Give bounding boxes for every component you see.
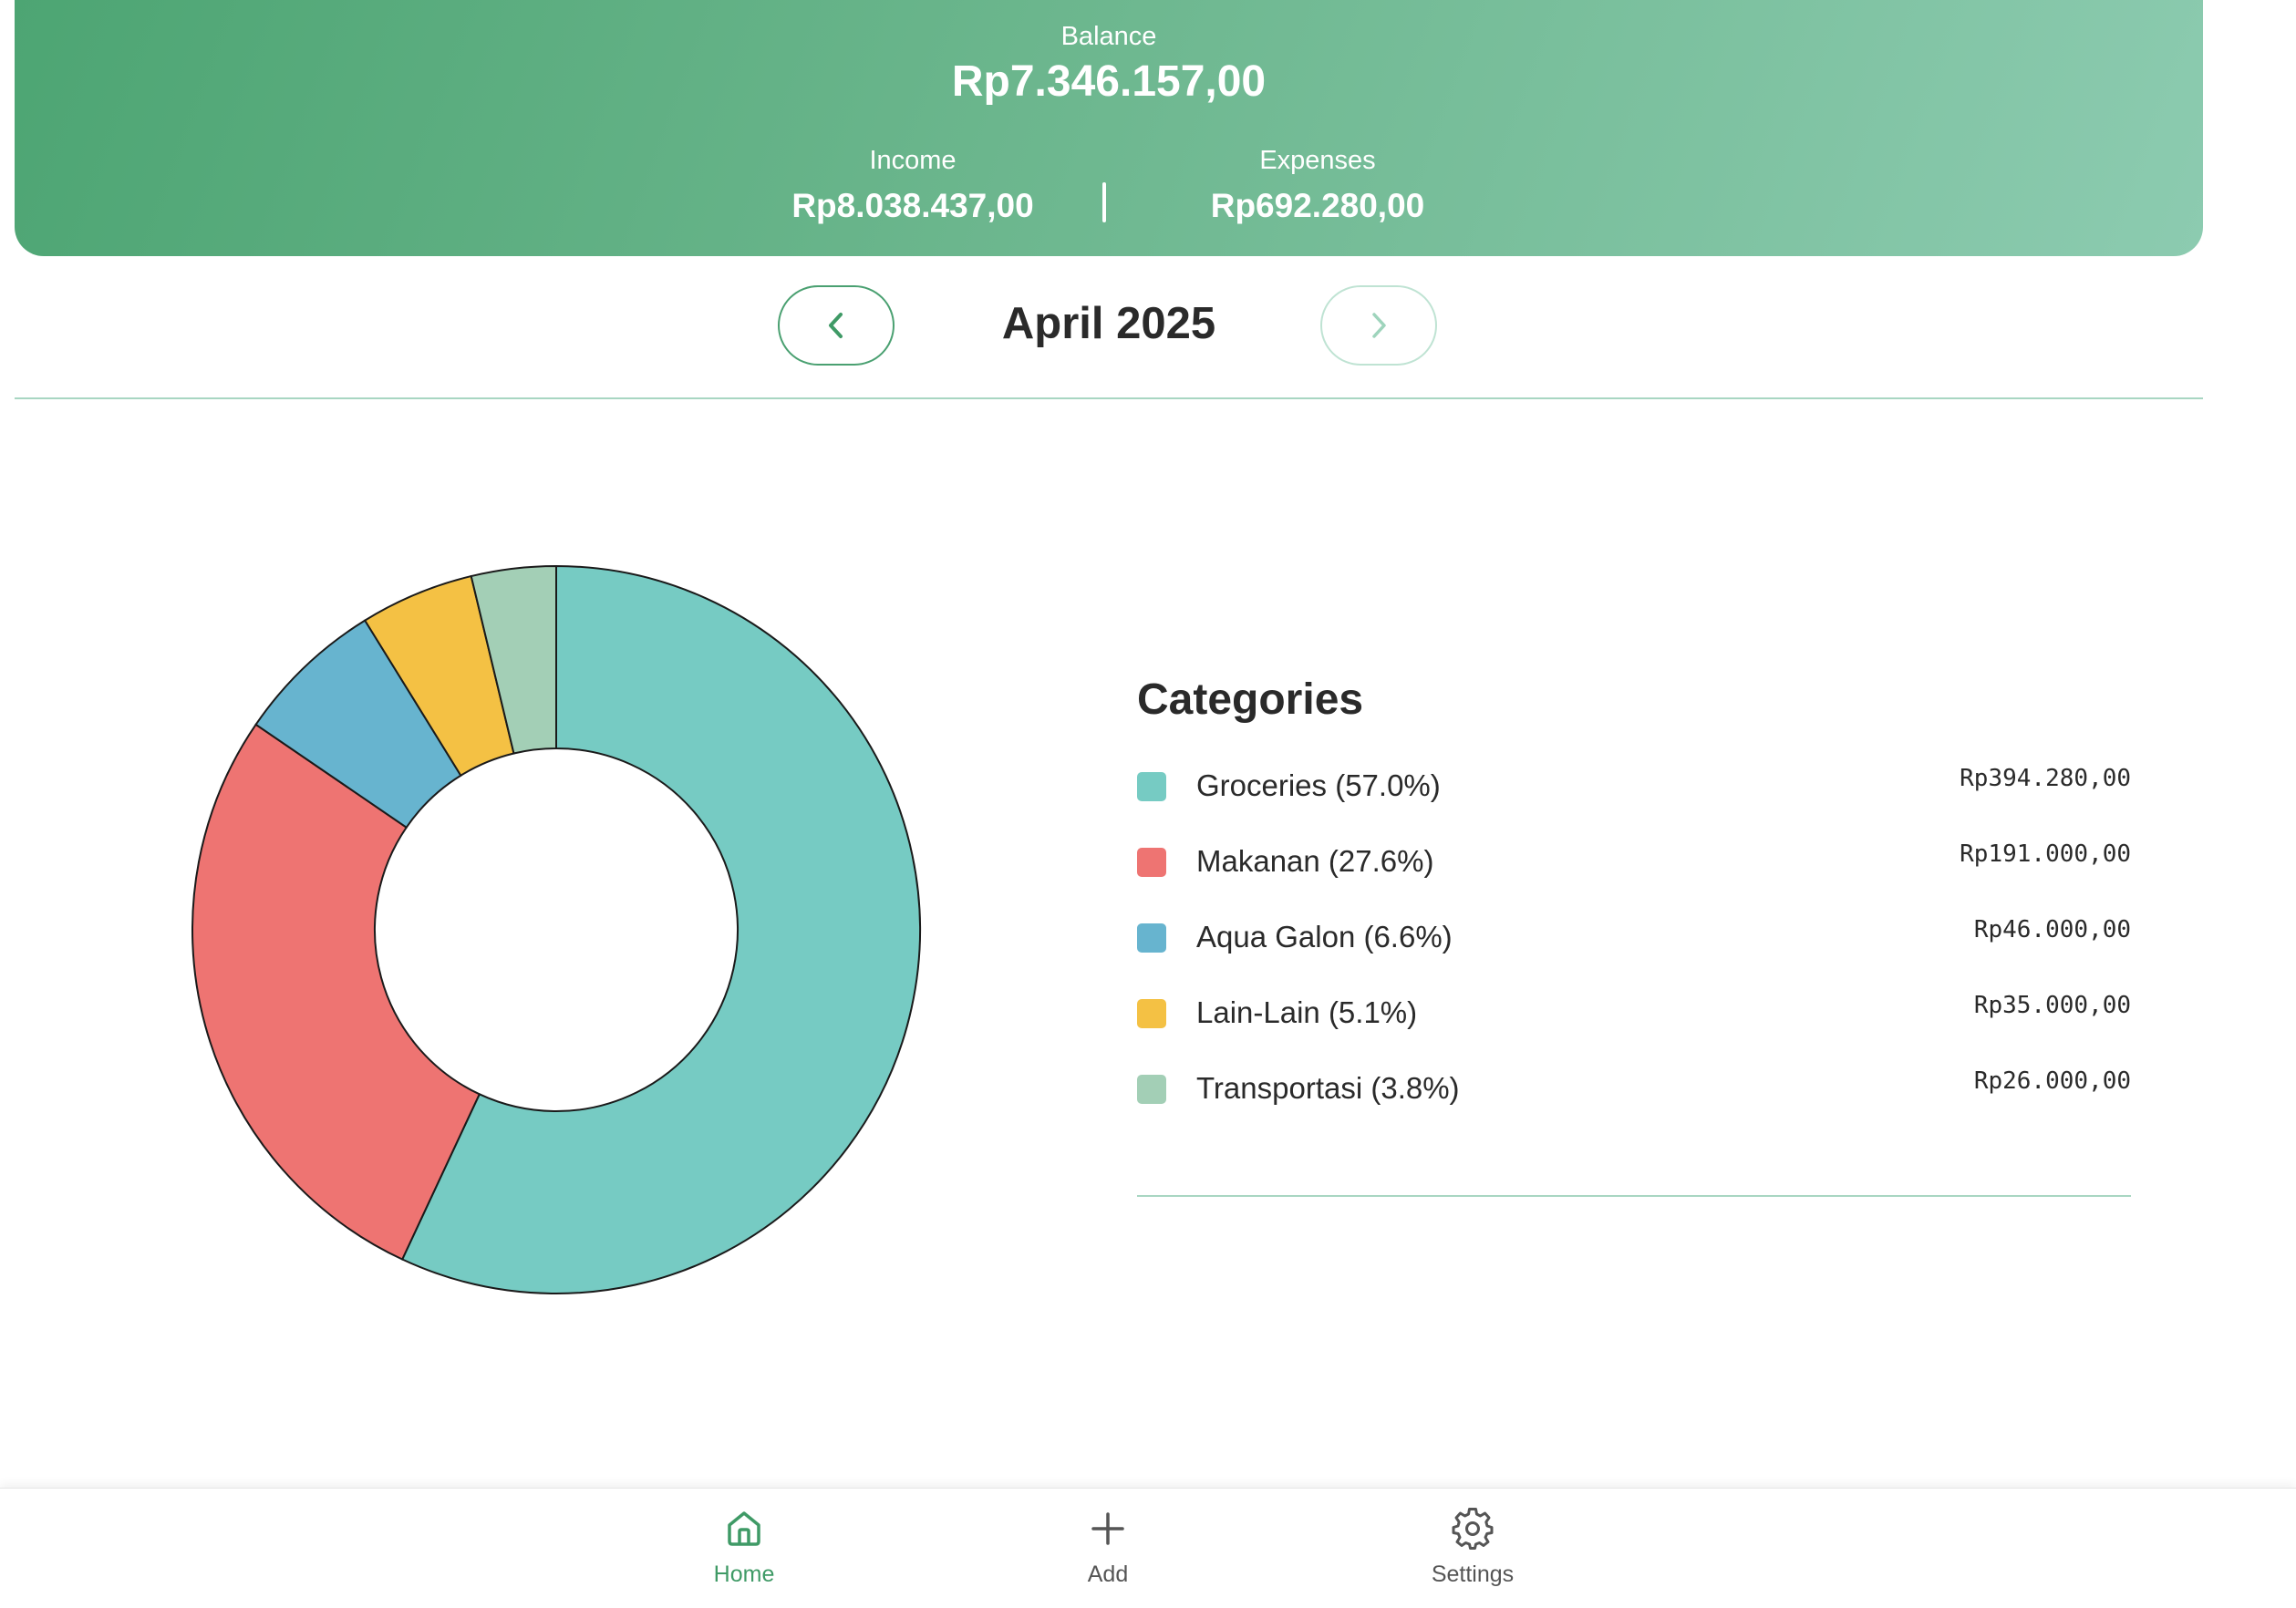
home-icon [728,1511,760,1546]
nav-settings[interactable]: Settings [1381,1507,1564,1588]
donut-slice-makanan[interactable] [191,723,481,1261]
legend-item[interactable]: Groceries (57.0%) Rp394.280,00 [1137,756,2131,831]
legend-divider [1137,1195,2131,1197]
balance-label: Balance [1060,22,1157,51]
legend-item-amount: Rp191.000,00 [1960,840,2131,868]
legend-item[interactable]: Transportasi (3.8%) Rp26.000,00 [1137,1058,2131,1134]
nav-add-label: Add [1087,1562,1129,1587]
bottom-navigation: Home Add Settings [0,1488,2296,1608]
balance-card: Balance Rp7.346.157,00 Income Rp8.038.43… [15,0,2203,256]
legend-item-name: Aqua Galon (6.6%) [1196,920,1453,953]
legend-item-amount: Rp26.000,00 [1973,1067,2131,1095]
balance-value: Rp7.346.157,00 [951,57,1267,106]
nav-settings-label: Settings [1431,1562,1515,1587]
chevron-right-icon [1372,313,1386,338]
legend-item-amount: Rp394.280,00 [1960,765,2131,792]
legend-swatch [1137,848,1166,877]
categories-legend: Categories Groceries (57.0%) Rp394.280,0… [1137,675,2131,1134]
month-navigation: April 2025 [0,285,2218,369]
legend-swatch [1137,1075,1166,1104]
income-summary: Income Rp8.038.437,00 [730,144,1095,226]
legend-item[interactable]: Makanan (27.6%) Rp191.000,00 [1137,831,2131,907]
nav-home-label: Home [713,1562,775,1587]
income-value: Rp8.038.437,00 [791,187,1034,224]
legend-item-name: Makanan (27.6%) [1196,844,1434,878]
legend-swatch [1137,999,1166,1028]
legend-item-amount: Rp46.000,00 [1973,916,2131,943]
legend-item-name: Lain-Lain (5.1%) [1196,995,1418,1029]
legend-item[interactable]: Lain-Lain (5.1%) Rp35.000,00 [1137,983,2131,1058]
nav-add[interactable]: Add [1017,1507,1199,1588]
next-month-button[interactable] [1320,285,1437,366]
gear-icon [1452,1508,1494,1550]
plus-icon [1091,1512,1124,1545]
donut-chart-svg [191,564,921,1294]
legend-item-name: Transportasi (3.8%) [1196,1071,1460,1105]
legend-swatch [1137,772,1166,801]
income-label: Income [869,146,957,175]
legend-item-name: Groceries (57.0%) [1196,768,1441,802]
categories-title: Categories [1137,675,1364,724]
nav-home[interactable]: Home [653,1507,835,1588]
section-divider [15,397,2203,399]
expenses-label: Expenses [1259,146,1376,175]
legend-item-amount: Rp35.000,00 [1973,992,2131,1019]
month-label: April 2025 [1001,299,1216,348]
expense-donut-chart [164,538,948,1322]
legend-swatch [1137,923,1166,953]
expenses-value: Rp692.280,00 [1210,187,1425,224]
legend-item[interactable]: Aqua Galon (6.6%) Rp46.000,00 [1137,907,2131,983]
app-screen: Balance Rp7.346.157,00 Income Rp8.038.43… [0,0,2296,1608]
summary-divider [1102,182,1106,222]
expenses-summary: Expenses Rp692.280,00 [1135,144,1500,226]
